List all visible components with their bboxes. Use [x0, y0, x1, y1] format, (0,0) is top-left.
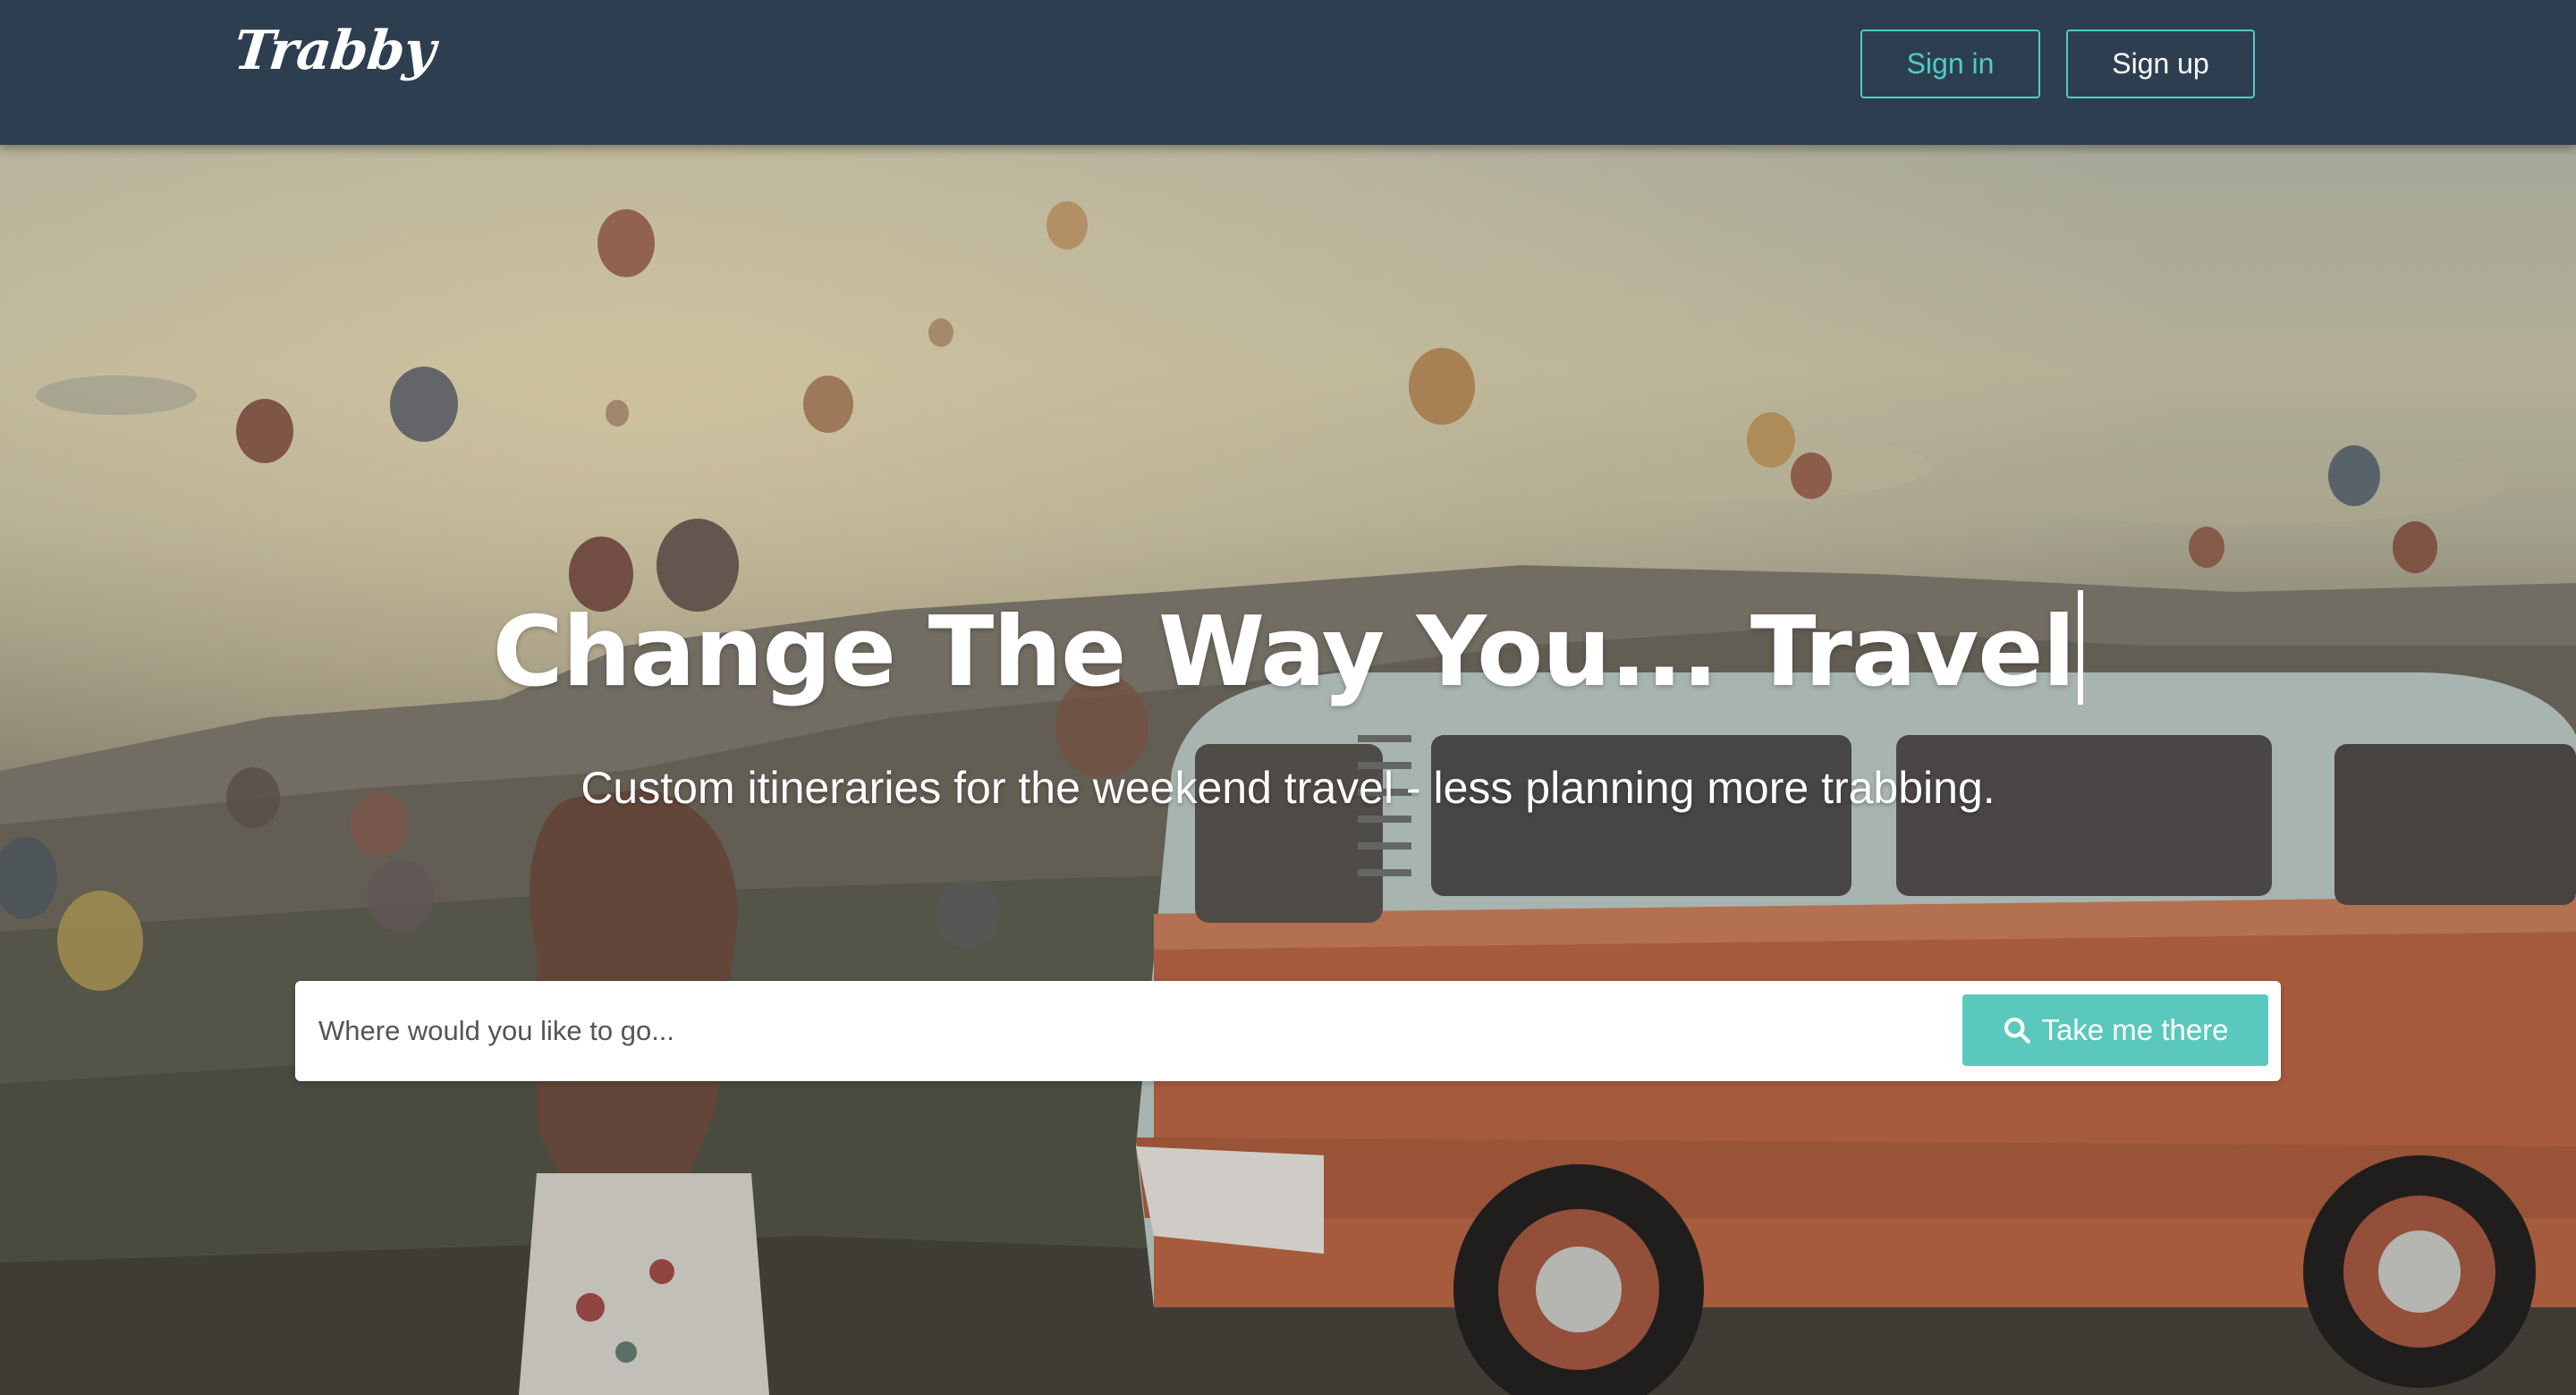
hero-section: Change The Way You... Travel Custom itin…	[0, 145, 2576, 1395]
take-me-there-button[interactable]: Take me there	[1962, 994, 2268, 1066]
search-icon	[2004, 1017, 2031, 1044]
destination-search-input[interactable]	[318, 1004, 1928, 1058]
top-navbar: Trabby Sign in Sign up	[0, 0, 2576, 145]
sign-in-button[interactable]: Sign in	[1860, 30, 2040, 98]
typing-caret	[2078, 590, 2084, 705]
destination-search-form: Take me there	[295, 981, 2281, 1081]
hero-headline: Change The Way You... Travel	[0, 590, 2576, 708]
hero-subheadline: Custom itineraries for the weekend trave…	[580, 763, 1996, 813]
take-me-there-label: Take me there	[2041, 1013, 2229, 1046]
brand-logo[interactable]: Trabby	[231, 20, 437, 82]
sign-up-button[interactable]: Sign up	[2066, 30, 2255, 98]
hero-headline-text: Change The Way You... Travel	[492, 596, 2076, 708]
